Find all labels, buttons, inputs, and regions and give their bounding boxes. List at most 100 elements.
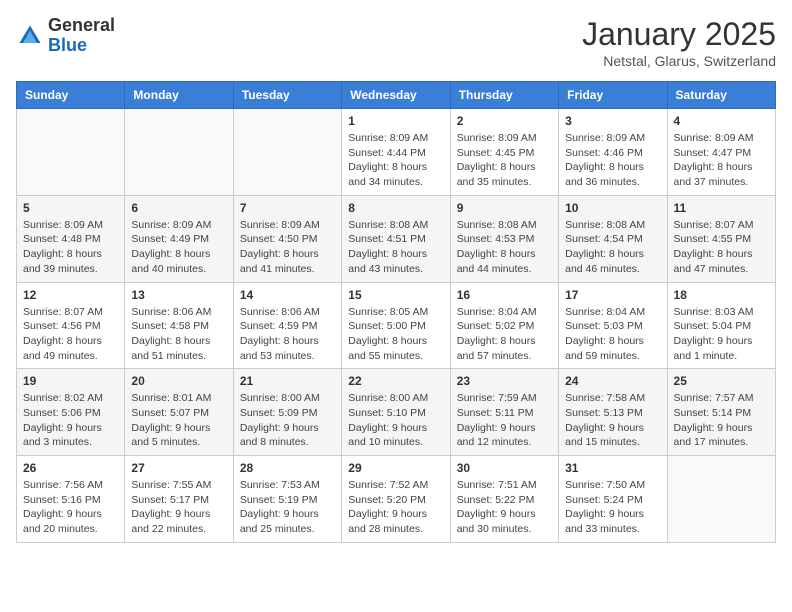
calendar-cell: 8 Sunrise: 8:08 AMSunset: 4:51 PMDaylight… (342, 195, 450, 282)
calendar-cell: 25 Sunrise: 7:57 AMSunset: 5:14 PMDayligh… (667, 369, 775, 456)
day-number: 29 (348, 461, 443, 475)
calendar-cell (125, 109, 233, 196)
day-info: Sunrise: 7:56 AMSunset: 5:16 PMDaylight:… (23, 478, 118, 537)
calendar-header-row: SundayMondayTuesdayWednesdayThursdayFrid… (17, 82, 776, 109)
day-number: 3 (565, 114, 660, 128)
calendar-cell: 9 Sunrise: 8:08 AMSunset: 4:53 PMDaylight… (450, 195, 558, 282)
day-number: 22 (348, 374, 443, 388)
day-number: 6 (131, 201, 226, 215)
day-info: Sunrise: 7:58 AMSunset: 5:13 PMDaylight:… (565, 391, 660, 450)
calendar-cell: 2 Sunrise: 8:09 AMSunset: 4:45 PMDaylight… (450, 109, 558, 196)
weekday-header-tuesday: Tuesday (233, 82, 341, 109)
page-header: General Blue January 2025 Netstal, Glaru… (16, 16, 776, 69)
day-number: 5 (23, 201, 118, 215)
weekday-header-thursday: Thursday (450, 82, 558, 109)
weekday-header-wednesday: Wednesday (342, 82, 450, 109)
calendar-cell: 7 Sunrise: 8:09 AMSunset: 4:50 PMDaylight… (233, 195, 341, 282)
calendar-cell: 21Sunrise: 8:00 AMSunset: 5:09 PMDayligh… (233, 369, 341, 456)
calendar-cell: 15Sunrise: 8:05 AMSunset: 5:00 PMDayligh… (342, 282, 450, 369)
day-info: Sunrise: 8:09 AMSunset: 4:44 PMDaylight:… (348, 131, 443, 190)
day-number: 24 (565, 374, 660, 388)
calendar-cell: 6 Sunrise: 8:09 AMSunset: 4:49 PMDaylight… (125, 195, 233, 282)
day-number: 7 (240, 201, 335, 215)
calendar-cell: 23Sunrise: 7:59 AMSunset: 5:11 PMDayligh… (450, 369, 558, 456)
calendar-cell: 11 Sunrise: 8:07 AMSunset: 4:55 PMDayligh… (667, 195, 775, 282)
day-number: 9 (457, 201, 552, 215)
day-info: Sunrise: 8:08 AMSunset: 4:53 PMDaylight:… (457, 218, 552, 277)
calendar-cell (233, 109, 341, 196)
day-info: Sunrise: 8:09 AMSunset: 4:47 PMDaylight:… (674, 131, 769, 190)
calendar-week-3: 12Sunrise: 8:07 AMSunset: 4:56 PMDayligh… (17, 282, 776, 369)
day-number: 30 (457, 461, 552, 475)
day-number: 21 (240, 374, 335, 388)
day-number: 17 (565, 288, 660, 302)
day-info: Sunrise: 8:09 AMSunset: 4:46 PMDaylight:… (565, 131, 660, 190)
day-info: Sunrise: 8:06 AMSunset: 4:58 PMDaylight:… (131, 305, 226, 364)
day-info: Sunrise: 8:02 AMSunset: 5:06 PMDaylight:… (23, 391, 118, 450)
day-info: Sunrise: 7:57 AMSunset: 5:14 PMDaylight:… (674, 391, 769, 450)
day-number: 31 (565, 461, 660, 475)
day-number: 25 (674, 374, 769, 388)
logo-general: General (48, 16, 115, 36)
weekday-header-monday: Monday (125, 82, 233, 109)
day-info: Sunrise: 7:52 AMSunset: 5:20 PMDaylight:… (348, 478, 443, 537)
day-info: Sunrise: 8:04 AMSunset: 5:02 PMDaylight:… (457, 305, 552, 364)
calendar-cell: 18 Sunrise: 8:03 AMSunset: 5:04 PMDayligh… (667, 282, 775, 369)
day-info: Sunrise: 8:09 AMSunset: 4:49 PMDaylight:… (131, 218, 226, 277)
calendar-cell (667, 456, 775, 543)
day-number: 28 (240, 461, 335, 475)
day-info: Sunrise: 8:07 AMSunset: 4:55 PMDaylight:… (674, 218, 769, 277)
day-info: Sunrise: 7:53 AMSunset: 5:19 PMDaylight:… (240, 478, 335, 537)
calendar-week-5: 26Sunrise: 7:56 AMSunset: 5:16 PMDayligh… (17, 456, 776, 543)
weekday-header-friday: Friday (559, 82, 667, 109)
calendar-cell: 24 Sunrise: 7:58 AMSunset: 5:13 PMDayligh… (559, 369, 667, 456)
month-title: January 2025 (582, 16, 776, 53)
day-number: 13 (131, 288, 226, 302)
calendar-cell: 22Sunrise: 8:00 AMSunset: 5:10 PMDayligh… (342, 369, 450, 456)
day-number: 4 (674, 114, 769, 128)
logo: General Blue (16, 16, 115, 56)
day-info: Sunrise: 8:07 AMSunset: 4:56 PMDaylight:… (23, 305, 118, 364)
calendar-cell: 12Sunrise: 8:07 AMSunset: 4:56 PMDayligh… (17, 282, 125, 369)
calendar-cell: 16 Sunrise: 8:04 AMSunset: 5:02 PMDayligh… (450, 282, 558, 369)
day-number: 20 (131, 374, 226, 388)
weekday-header-sunday: Sunday (17, 82, 125, 109)
day-info: Sunrise: 7:59 AMSunset: 5:11 PMDaylight:… (457, 391, 552, 450)
day-info: Sunrise: 8:06 AMSunset: 4:59 PMDaylight:… (240, 305, 335, 364)
calendar-cell: 19 Sunrise: 8:02 AMSunset: 5:06 PMDayligh… (17, 369, 125, 456)
day-info: Sunrise: 8:04 AMSunset: 5:03 PMDaylight:… (565, 305, 660, 364)
day-number: 19 (23, 374, 118, 388)
calendar-cell: 17 Sunrise: 8:04 AMSunset: 5:03 PMDayligh… (559, 282, 667, 369)
weekday-header-saturday: Saturday (667, 82, 775, 109)
day-info: Sunrise: 8:08 AMSunset: 4:51 PMDaylight:… (348, 218, 443, 277)
calendar-cell: 13 Sunrise: 8:06 AMSunset: 4:58 PMDayligh… (125, 282, 233, 369)
day-info: Sunrise: 7:50 AMSunset: 5:24 PMDaylight:… (565, 478, 660, 537)
calendar-cell: 31 Sunrise: 7:50 AMSunset: 5:24 PMDayligh… (559, 456, 667, 543)
calendar-table: SundayMondayTuesdayWednesdayThursdayFrid… (16, 81, 776, 543)
day-info: Sunrise: 8:03 AMSunset: 5:04 PMDaylight:… (674, 305, 769, 364)
day-number: 1 (348, 114, 443, 128)
day-number: 16 (457, 288, 552, 302)
calendar-cell: 29 Sunrise: 7:52 AMSunset: 5:20 PMDayligh… (342, 456, 450, 543)
day-info: Sunrise: 8:08 AMSunset: 4:54 PMDaylight:… (565, 218, 660, 277)
logo-blue: Blue (48, 36, 115, 56)
day-info: Sunrise: 8:09 AMSunset: 4:50 PMDaylight:… (240, 218, 335, 277)
calendar-cell: 1 Sunrise: 8:09 AMSunset: 4:44 PMDaylight… (342, 109, 450, 196)
day-info: Sunrise: 7:51 AMSunset: 5:22 PMDaylight:… (457, 478, 552, 537)
day-number: 18 (674, 288, 769, 302)
day-info: Sunrise: 8:09 AMSunset: 4:45 PMDaylight:… (457, 131, 552, 190)
day-number: 10 (565, 201, 660, 215)
day-number: 2 (457, 114, 552, 128)
day-number: 11 (674, 201, 769, 215)
day-number: 8 (348, 201, 443, 215)
calendar-week-2: 5Sunrise: 8:09 AMSunset: 4:48 PMDaylight… (17, 195, 776, 282)
logo-text: General Blue (48, 16, 115, 56)
calendar-cell: 14Sunrise: 8:06 AMSunset: 4:59 PMDayligh… (233, 282, 341, 369)
calendar-cell: 3 Sunrise: 8:09 AMSunset: 4:46 PMDaylight… (559, 109, 667, 196)
day-info: Sunrise: 8:01 AMSunset: 5:07 PMDaylight:… (131, 391, 226, 450)
calendar-cell: 26Sunrise: 7:56 AMSunset: 5:16 PMDayligh… (17, 456, 125, 543)
day-info: Sunrise: 8:05 AMSunset: 5:00 PMDaylight:… (348, 305, 443, 364)
calendar-cell: 27Sunrise: 7:55 AMSunset: 5:17 PMDayligh… (125, 456, 233, 543)
calendar-cell: 20 Sunrise: 8:01 AMSunset: 5:07 PMDayligh… (125, 369, 233, 456)
title-block: January 2025 Netstal, Glarus, Switzerlan… (582, 16, 776, 69)
